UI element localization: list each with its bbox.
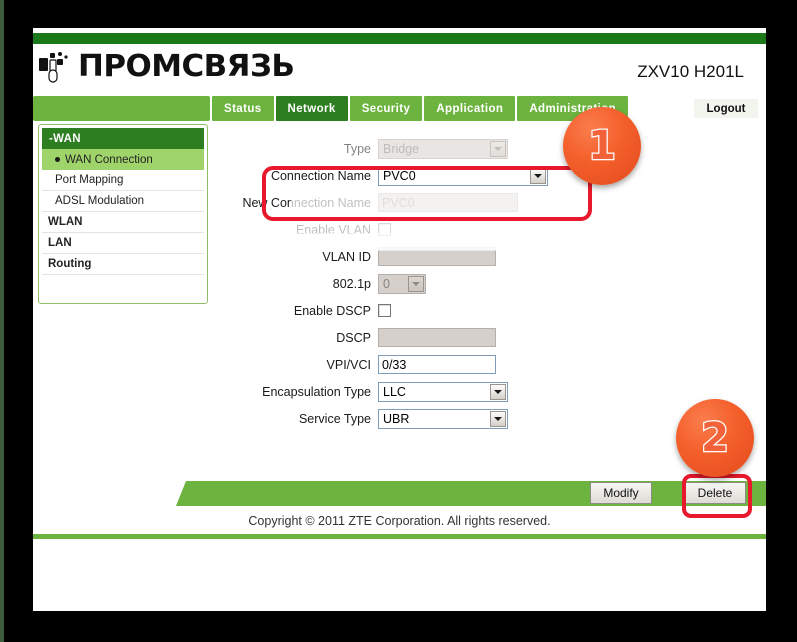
label-enable-vlan: Enable VLAN <box>295 222 371 237</box>
chevron-down-icon <box>490 140 506 157</box>
sidebar-item-lan[interactable]: LAN <box>42 233 204 254</box>
sidebar-item-label: WLAN <box>48 216 83 228</box>
screenshot-root: ПРОМСВЯЗЬ ZXV10 H201L Status Network Sec… <box>0 0 797 642</box>
sidebar-item-label: Port Mapping <box>55 174 124 186</box>
chevron-down-icon[interactable] <box>490 410 506 427</box>
sidebar-item-wan-connection[interactable]: WAN Connection <box>42 149 204 170</box>
sidebar-item-port-mapping[interactable]: Port Mapping <box>42 170 204 191</box>
dscp-input[interactable] <box>378 328 496 347</box>
wan-connection-form: Type Bridge Connection Name PVC0 New Con… <box>223 136 763 433</box>
label-enable-dscp: Enable DSCP <box>293 303 371 318</box>
vlan-id-input[interactable] <box>378 247 496 266</box>
nav-tab-list: Status Network Security Application Admi… <box>212 96 629 121</box>
tab-security[interactable]: Security <box>349 96 423 121</box>
sidebar-item-wlan[interactable]: WLAN <box>42 212 204 233</box>
form-row-enable-dscp: Enable DSCP <box>223 298 763 323</box>
sidebar-item-label: LAN <box>48 237 72 249</box>
service-type-value: UBR <box>383 411 410 426</box>
step-badge-1: 1 <box>563 107 641 185</box>
encapsulation-type-value: LLC <box>383 384 406 399</box>
brand-logo: ПРОМСВЯЗЬ <box>38 50 295 84</box>
form-row-vpi-vci: VPI/VCI <box>223 352 763 377</box>
label-8021p: 802.1p <box>332 276 371 291</box>
sidebar-group-wan[interactable]: -WAN <box>42 128 204 149</box>
sidebar: -WAN WAN Connection Port Mapping ADSL Mo… <box>38 124 208 304</box>
enable-vlan-checkbox[interactable] <box>378 223 391 236</box>
label-connection-name: Connection Name <box>270 168 371 183</box>
label-service-type: Service Type <box>298 411 371 426</box>
modify-button[interactable]: Modify <box>590 482 652 504</box>
form-row-vlan-id: VLAN ID <box>223 244 763 269</box>
dot1p-select[interactable]: 0 <box>378 273 426 294</box>
vpi-vci-input[interactable] <box>378 355 496 374</box>
type-select: Bridge <box>378 138 508 159</box>
sidebar-item-adsl-modulation[interactable]: ADSL Modulation <box>42 191 204 212</box>
form-row-dscp: DSCP <box>223 325 763 350</box>
label-type: Type <box>343 141 371 156</box>
copyright-text: Copyright © 2011 ZTE Corporation. All ri… <box>248 514 551 528</box>
tab-status[interactable]: Status <box>212 96 274 121</box>
connection-name-value: PVC0 <box>383 168 416 183</box>
delete-button[interactable]: Delete <box>684 482 746 504</box>
frame-edge <box>0 0 4 642</box>
new-connection-name-input[interactable] <box>378 193 518 212</box>
router-admin-page: ПРОМСВЯЗЬ ZXV10 H201L Status Network Sec… <box>33 28 766 611</box>
dot1p-value: 0 <box>383 276 390 291</box>
service-type-select[interactable]: UBR <box>378 408 508 429</box>
sidebar-item-routing[interactable]: Routing <box>42 254 204 275</box>
label-dscp: DSCP <box>336 330 371 345</box>
form-row-connection-name: Connection Name PVC0 <box>223 163 763 188</box>
label-vlan-id: VLAN ID <box>322 249 371 264</box>
label-encapsulation-type: Encapsulation Type <box>262 384 371 399</box>
label-vpi-vci: VPI/VCI <box>326 357 371 372</box>
chevron-down-icon[interactable] <box>490 383 506 400</box>
logout-button[interactable]: Logout <box>693 98 759 119</box>
device-model: ZXV10 H201L <box>637 62 744 81</box>
encapsulation-type-select[interactable]: LLC <box>378 381 508 402</box>
step-badge-1-number: 1 <box>587 123 617 169</box>
type-select-value: Bridge <box>383 141 420 156</box>
main-navigation: Status Network Security Application Admi… <box>33 96 766 121</box>
form-row-8021p: 802.1p 0 <box>223 271 763 296</box>
sidebar-item-label: Routing <box>48 258 92 270</box>
chevron-down-icon[interactable] <box>408 275 424 292</box>
form-row-type: Type Bridge <box>223 136 763 161</box>
tab-network[interactable]: Network <box>275 96 348 121</box>
step-badge-2: 2 <box>676 399 754 477</box>
action-bar: Modify Delete <box>33 476 766 506</box>
sidebar-item-label: WAN Connection <box>65 153 153 166</box>
tab-application[interactable]: Application <box>424 96 516 121</box>
top-green-bar <box>33 33 766 44</box>
sidebar-item-label: ADSL Modulation <box>55 195 145 207</box>
promsvyaz-logo-icon <box>39 52 68 83</box>
form-row-enable-vlan: Enable VLAN <box>223 217 763 242</box>
bullet-icon <box>55 157 60 162</box>
connection-name-select[interactable]: PVC0 <box>378 165 548 186</box>
action-bar-background <box>209 481 766 506</box>
step-badge-2-number: 2 <box>700 415 730 461</box>
footer-green-bar <box>33 534 766 539</box>
brand-name: ПРОМСВЯЗЬ <box>78 49 295 84</box>
form-row-encapsulation-type: Encapsulation Type LLC <box>223 379 763 404</box>
nav-left-filler <box>33 96 210 121</box>
chevron-down-icon[interactable] <box>530 167 546 184</box>
label-new-connection-name: New Connection Name <box>242 195 371 210</box>
enable-dscp-checkbox[interactable] <box>378 304 391 317</box>
form-row-new-connection-name: New Connection Name <box>223 190 763 215</box>
